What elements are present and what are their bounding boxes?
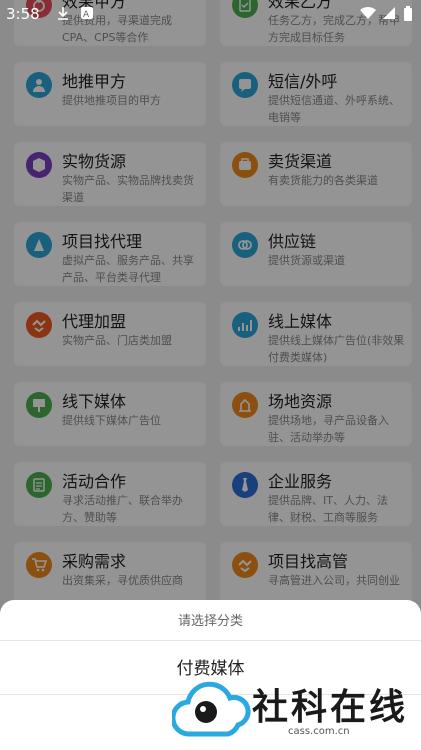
download-icon: [56, 6, 70, 20]
sheet-title: 请选择分类: [177, 614, 243, 629]
watermark-logo: [172, 681, 251, 737]
watermark-text: 社科在线: [252, 687, 409, 728]
watermark: 社科在线 cass.com.cn: [168, 670, 421, 750]
watermark-url: cass.com.cn: [288, 726, 350, 737]
status-bar: 3:58 A: [0, 0, 421, 28]
sheet-divider: [0, 640, 421, 641]
status-time: 3:58: [6, 5, 40, 23]
notification-icon: A: [80, 6, 94, 20]
wifi-icon: [360, 6, 376, 20]
svg-text:A: A: [83, 10, 90, 20]
battery-icon: [403, 6, 413, 21]
signal-icon: [382, 6, 396, 20]
